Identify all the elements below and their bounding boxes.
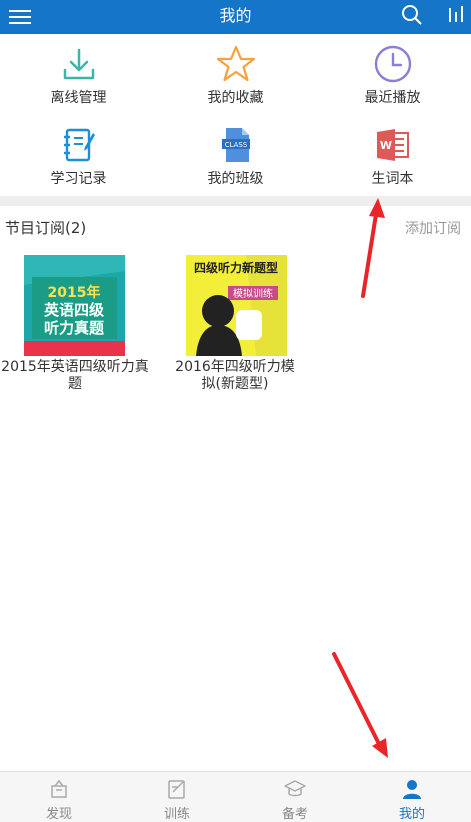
annotation-arrow-up [361, 198, 385, 298]
recent-play-item[interactable]: 最近播放 [314, 34, 471, 115]
my-class-item[interactable]: CLASS 我的班级 [157, 115, 314, 196]
add-subscription-button[interactable]: 添加订阅 [405, 218, 461, 238]
annotation-arrow-down [332, 652, 388, 758]
tab-mine-label: 我的 [398, 807, 425, 822]
cover-2016-cet4: 四级听力新题型 模拟训练 [186, 255, 287, 356]
subscription-caption: 2015年英语四级听力真 题 [0, 359, 160, 393]
tab-prepare-label: 备考 [281, 807, 308, 822]
offline-manage-item[interactable]: 离线管理 [0, 34, 157, 115]
cover-title: 四级听力新题型 [194, 260, 278, 275]
caption-line2: 拟(新题型) [201, 376, 269, 392]
tab-train[interactable]: 训练 [118, 772, 236, 822]
recent-play-label: 最近播放 [364, 90, 421, 106]
caption-line1: 2015年英语四级听力真 [1, 359, 149, 375]
person-icon [403, 780, 421, 799]
word-book-label: 生词本 [371, 171, 414, 187]
favorites-label: 我的收藏 [207, 90, 264, 106]
cover-line2: 听力真题 [44, 319, 105, 337]
tab-mine[interactable]: 我的 [353, 772, 471, 822]
train-icon [168, 780, 185, 799]
study-record-item[interactable]: 学习记录 [0, 115, 157, 196]
notebook-icon [64, 128, 95, 162]
bottom-tab-bar: 发现 训练 备考 我的 [0, 771, 471, 822]
stats-icon[interactable] [447, 4, 467, 26]
word-book-icon: W [377, 129, 409, 161]
word-book-item[interactable]: W 生词本 [314, 115, 471, 196]
tab-train-label: 训练 [163, 807, 190, 822]
tab-discover[interactable]: 发现 [0, 772, 118, 822]
offline-manage-label: 离线管理 [50, 90, 107, 106]
svg-text:W: W [380, 139, 392, 152]
cover-badge: 模拟训练 [233, 287, 273, 300]
subscription-caption: 2016年四级听力模 拟(新题型) [150, 359, 320, 393]
section-divider [0, 196, 471, 206]
download-icon [63, 48, 95, 80]
caption-line2: 题 [68, 376, 82, 392]
clock-icon [374, 45, 412, 83]
tab-prepare[interactable]: 备考 [236, 772, 354, 822]
class-file-icon: CLASS [222, 128, 250, 162]
graduation-cap-icon [284, 780, 306, 797]
tab-discover-label: 发现 [45, 807, 72, 822]
cover-2015-cet4: 2015年 英语四级 听力真题 [24, 255, 125, 356]
favorites-item[interactable]: 我的收藏 [157, 34, 314, 115]
search-icon[interactable] [401, 4, 423, 26]
caption-line1: 2016年四级听力模 [175, 359, 295, 375]
my-class-label: 我的班级 [207, 171, 264, 187]
cover-line1: 英语四级 [44, 301, 105, 319]
star-icon [216, 45, 256, 82]
svg-text:CLASS: CLASS [225, 141, 248, 149]
subscriptions-title: 节目订阅(2) [5, 219, 87, 237]
discover-icon [51, 779, 67, 798]
cover-year: 2015年 [48, 284, 101, 301]
study-record-label: 学习记录 [50, 171, 107, 187]
feature-grid: 离线管理 我的收藏 最近播放 学习记录 CLASS 我的班级 W 生词本 [0, 34, 471, 196]
top-app-bar: 我的 [0, 0, 471, 34]
